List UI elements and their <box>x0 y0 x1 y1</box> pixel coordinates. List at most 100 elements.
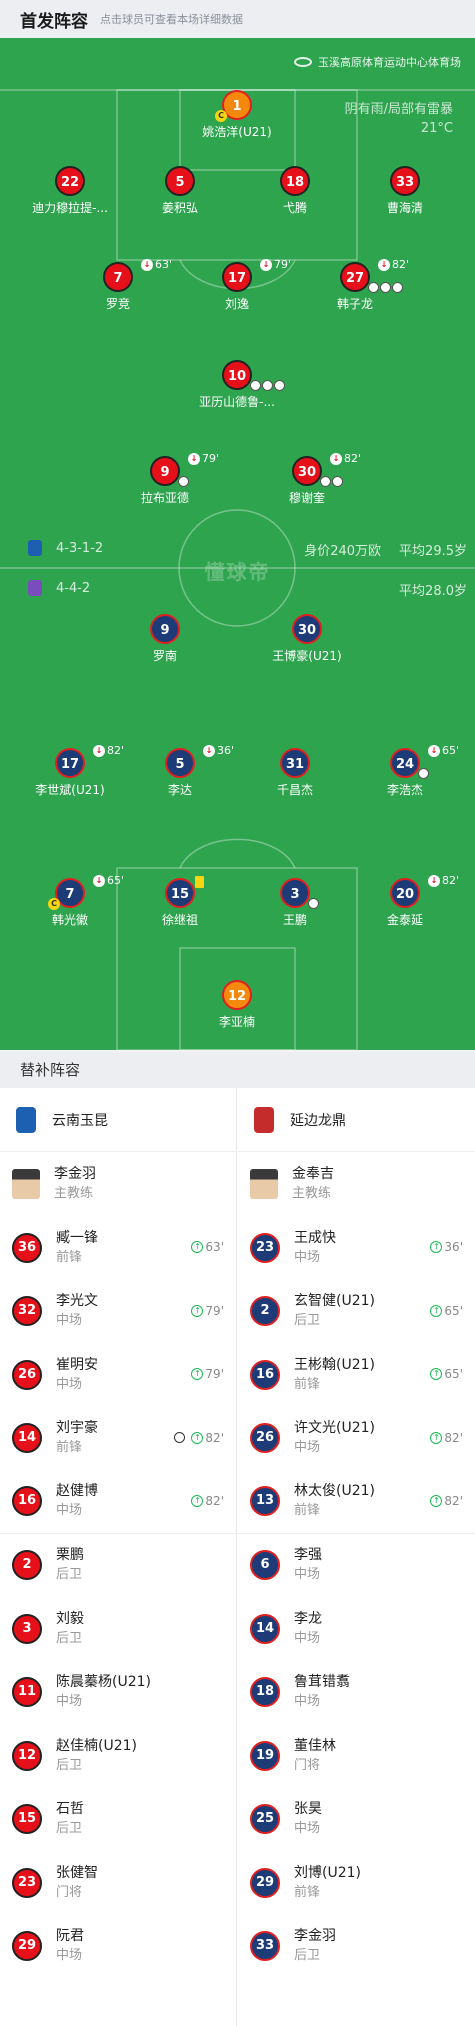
sub-on-marker: ↑ 65' <box>430 1367 463 1381</box>
home-player[interactable]: 17 ↓ 79' 刘逸 <box>172 258 302 312</box>
player-name: 李亚楠 <box>218 1015 255 1029</box>
player-position: 后卫 <box>294 1948 321 1964</box>
away-player[interactable]: 12 李亚楠 <box>172 980 302 1030</box>
subs-title: 替补阵容 <box>0 1052 475 1088</box>
sub-player-row[interactable]: 13 林太俊(U21) 前锋 ↑ 82' <box>238 1470 475 1534</box>
pitch: 玉溪高原体育运动中心体育场 阴有雨/局部有雷暴 21°C 懂球帝 1 C 姚浩洋(U… <box>0 38 475 1050</box>
goal-icon <box>174 1432 186 1443</box>
sub-player-row[interactable]: 23 张健智 门将 <box>0 1851 236 1915</box>
sub-player-row[interactable]: 15 石哲 后卫 <box>0 1788 236 1852</box>
sub-on-marker: ↑ 82' <box>191 1494 224 1508</box>
sub-off-marker: ↓ 79' <box>188 452 219 465</box>
player-name: 栗鹏 <box>56 1547 84 1564</box>
right-team-header[interactable]: 延边龙鼎 <box>238 1088 475 1152</box>
jersey-number: 29 <box>250 1867 280 1898</box>
player-name: 赵佳楠(U21) <box>56 1737 137 1754</box>
sub-player-row[interactable]: 2 栗鹏 后卫 <box>0 1534 236 1598</box>
sub-player-row[interactable]: 16 王彬翰(U21) 前锋 ↑ 65' <box>238 1343 475 1407</box>
sub-player-row[interactable]: 33 李金羽 后卫 <box>238 1915 475 1979</box>
away-player[interactable]: 15 徐继祖 <box>115 876 245 928</box>
player-name: 张健智 <box>56 1864 98 1881</box>
home-player[interactable]: 1 C 姚浩洋(U21) <box>172 90 302 140</box>
sub-player-row[interactable]: 14 李龙 中场 <box>238 1597 475 1661</box>
goal-icon <box>332 476 343 487</box>
jersey-number: 26 <box>250 1423 280 1454</box>
home-player[interactable]: 33 曹海清 <box>340 166 470 216</box>
goal-icon <box>308 898 319 909</box>
home-player[interactable]: 5 姜积弘 <box>115 166 245 216</box>
sub-on-icon: ↑ <box>191 1241 204 1253</box>
sub-on-icon: ↑ <box>191 1304 204 1317</box>
sub-player-row[interactable]: 11 陈晨蓁杨(U21) 中场 <box>0 1661 236 1725</box>
player-name: 亚历山德鲁-... <box>199 395 275 409</box>
sub-player-row[interactable]: 12 赵佳楠(U21) 后卫 <box>0 1724 236 1788</box>
jersey-number: 2 <box>250 1296 280 1327</box>
sub-player-row[interactable]: 25 张昊 中场 <box>238 1788 475 1852</box>
away-formation: 4-4-2 <box>56 580 91 596</box>
home-player[interactable]: 7 ↓ 63' 罗竞 <box>53 258 183 312</box>
subs-left-column: 云南玉昆 李金羽 主教练 36 臧一锋 前锋 ↑ 63' 32 李光文 中场 ↑ 79' 26 崔明安… <box>0 1088 237 2026</box>
sub-off-icon: ↓ <box>330 452 342 465</box>
away-team-summary: 4-4-2 平均28.0岁 <box>0 580 475 604</box>
player-name: 姜积弘 <box>161 201 198 215</box>
jersey-number: 6 <box>250 1550 280 1581</box>
sub-player-row[interactable]: 2 玄智健(U21) 后卫 ↑ 65' <box>238 1280 475 1344</box>
subs-right-column: 延边龙鼎 金奉吉 主教练 23 王成快 中场 ↑ 36' 2 玄智健(U21) 后卫 ↑ 65' 1… <box>238 1088 475 2026</box>
sub-player-row[interactable]: 26 崔明安 中场 ↑ 79' <box>0 1343 236 1407</box>
home-player[interactable]: 27 ↓ 82' 韩子龙 <box>290 258 420 312</box>
event-icons <box>418 768 429 779</box>
sub-player-row[interactable]: 23 王成快 中场 ↑ 36' <box>238 1216 475 1280</box>
player-name: 王博豪(U21) <box>272 649 342 663</box>
sub-player-row[interactable]: 14 刘宇豪 前锋 ↑ 82' <box>0 1407 236 1471</box>
assist-icon <box>178 476 189 487</box>
player-position: 后卫 <box>294 1313 321 1329</box>
home-player[interactable]: 10 亚历山德鲁-... <box>172 360 302 410</box>
away-player[interactable]: 20 ↓ 82' 金泰延 <box>340 874 470 928</box>
jersey-number: 10 <box>222 360 252 390</box>
sub-off-icon: ↓ <box>203 744 215 757</box>
jersey-number: 16 <box>12 1486 42 1517</box>
left-team-header[interactable]: 云南玉昆 <box>0 1088 236 1152</box>
subs-panel: 云南玉昆 李金羽 主教练 36 臧一锋 前锋 ↑ 63' 32 李光文 中场 ↑ 79' 26 崔明安… <box>0 1088 475 2026</box>
player-name: 臧一锋 <box>56 1229 98 1246</box>
jersey-number: 30 <box>292 456 322 486</box>
captain-icon: C <box>215 110 227 122</box>
sub-player-row[interactable]: 19 董佳林 门将 <box>238 1724 475 1788</box>
sub-off-icon: ↓ <box>93 744 105 757</box>
home-team-badge-icon <box>28 540 42 556</box>
player-info: 臧一锋 前锋 <box>56 1228 98 1268</box>
sub-minute: 82' <box>344 452 362 465</box>
home-player[interactable]: 9 ↓ 79' 拉布亚德 <box>100 452 230 506</box>
home-player[interactable]: 30 ↓ 82' 穆谢奎 <box>242 452 372 506</box>
sub-minute: 65' <box>444 1367 463 1381</box>
jersey-number: 5 <box>165 166 195 196</box>
sub-off-icon: ↓ <box>141 258 153 271</box>
sub-player-row[interactable]: 16 赵健博 中场 ↑ 82' <box>0 1470 236 1534</box>
away-player[interactable]: 24 ↓ 65' 李浩杰 <box>340 744 470 798</box>
sub-player-row[interactable]: 32 李光文 中场 ↑ 79' <box>0 1280 236 1344</box>
sub-player-row[interactable]: 29 刘博(U21) 前锋 <box>238 1851 475 1915</box>
away-player[interactable]: 30 王博豪(U21) <box>242 614 372 664</box>
sub-minute: 79' <box>205 1303 224 1318</box>
away-player[interactable]: 9 罗南 <box>100 614 230 664</box>
sub-player-row[interactable]: 3 刘毅 后卫 <box>0 1597 236 1661</box>
sub-minute: 63' <box>155 258 173 271</box>
right-coach[interactable]: 金奉吉 主教练 <box>238 1152 475 1216</box>
sub-off-icon: ↓ <box>428 744 440 757</box>
sub-player-row[interactable]: 29 阮君 中场 <box>0 1915 236 1979</box>
away-player[interactable]: 5 ↓ 36' 李达 <box>115 744 245 798</box>
event-icons <box>250 380 285 391</box>
sub-off-icon: ↓ <box>260 258 272 271</box>
sub-player-row[interactable]: 18 鲁茸错翥 中场 <box>238 1661 475 1725</box>
player-position: 中场 <box>294 1694 321 1710</box>
sub-player-row[interactable]: 6 李强 中场 <box>238 1534 475 1598</box>
weather: 阴有雨/局部有雷暴 21°C <box>345 100 453 138</box>
sub-player-row[interactable]: 36 臧一锋 前锋 ↑ 63' <box>0 1216 236 1280</box>
sub-on-marker: ↑ 82' <box>430 1431 463 1445</box>
jersey-number: 12 <box>12 1740 42 1771</box>
player-position: 中场 <box>294 1440 321 1456</box>
assist-icon <box>392 282 403 293</box>
sub-player-row[interactable]: 26 许文光(U21) 中场 ↑ 82' <box>238 1407 475 1471</box>
left-coach[interactable]: 李金羽 主教练 <box>0 1152 236 1216</box>
sub-minute: 79' <box>274 258 292 271</box>
